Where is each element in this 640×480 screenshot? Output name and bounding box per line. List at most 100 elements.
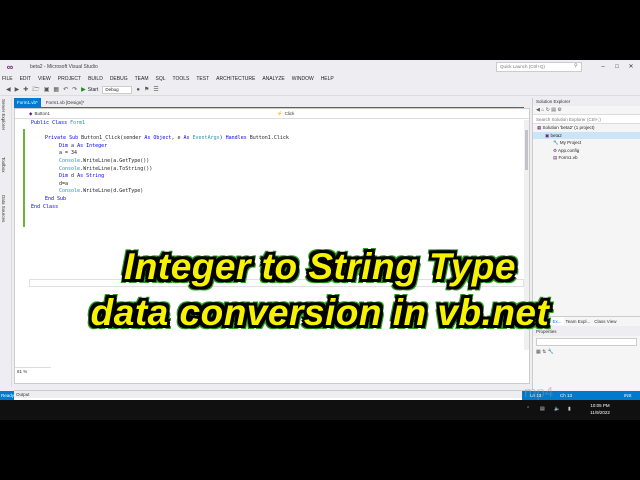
wrench-icon: 🔧 bbox=[553, 140, 560, 145]
volume-icon[interactable]: 🔈 bbox=[554, 406, 560, 412]
tree-item[interactable]: ▤ Form1.vb bbox=[533, 154, 640, 162]
clock-date: 11/9/2022 bbox=[590, 410, 610, 415]
code-token: As Integer bbox=[77, 142, 108, 149]
menu-file[interactable]: FILE bbox=[2, 76, 13, 82]
method-dropdown[interactable]: ⚡ Click bbox=[277, 110, 517, 118]
start-debug-button[interactable]: ▶ Start bbox=[81, 86, 98, 94]
redo-icon[interactable]: ↷ bbox=[72, 86, 77, 93]
code-token: , e bbox=[171, 135, 184, 142]
code-token: Dim bbox=[59, 142, 72, 149]
taskbar: ⌃ ▤ 🔈 ▮ 10:05 PM 11/9/2022 bbox=[0, 400, 640, 420]
save-all-icon[interactable]: ▦ bbox=[53, 86, 59, 93]
bookmark-icon[interactable]: ⚑ bbox=[144, 86, 149, 93]
menu-tools[interactable]: TOOLS bbox=[173, 76, 190, 82]
code-line[interactable]: End Sub bbox=[45, 196, 66, 204]
wrench-icon[interactable]: 🔧 bbox=[548, 349, 554, 355]
forward-icon[interactable]: ▶ bbox=[15, 86, 20, 93]
code-line[interactable]: Dim d As String bbox=[59, 173, 104, 181]
document-tabs: Form1.vb* Form1.vb [Design]* bbox=[14, 98, 89, 107]
doc-tab[interactable]: Form1.vb [Design]* bbox=[43, 98, 88, 107]
title-bar: ∞ beta2 - Microsoft Visual Studio Quick … bbox=[0, 60, 640, 74]
video-frame: ∞ beta2 - Microsoft Visual Studio Quick … bbox=[0, 0, 640, 480]
solution-tree: ▦ Solution 'beta2' (1 project) ▣ beta2 🔧 M… bbox=[533, 124, 640, 162]
caption-line-1: Integer to String Type bbox=[124, 246, 516, 287]
taskbar-clock[interactable]: 10:05 PM 11/9/2022 bbox=[582, 402, 618, 416]
tray-chevron-icon[interactable]: ⌃ bbox=[526, 406, 530, 412]
code-token: d=a bbox=[59, 180, 69, 187]
toolbox-tab[interactable]: Toolbox bbox=[1, 157, 6, 173]
maximize-button[interactable]: □ bbox=[610, 61, 624, 73]
code-line[interactable]: Console.WriteLine(a.ToString()) bbox=[59, 166, 152, 174]
menu-window[interactable]: WINDOW bbox=[292, 76, 314, 82]
window-title: beta2 - Microsoft Visual Studio bbox=[30, 64, 98, 70]
undo-icon[interactable]: ↶ bbox=[63, 86, 68, 93]
comment-icon[interactable]: ☰ bbox=[153, 86, 158, 93]
code-line[interactable]: Console.WriteLine(d.GetType) bbox=[59, 188, 143, 196]
menu-debug[interactable]: DEBUG bbox=[110, 76, 128, 82]
breakpoint-icon[interactable]: ● bbox=[136, 87, 140, 93]
quick-launch-input[interactable]: Quick Launch (Ctrl+Q) bbox=[496, 62, 582, 72]
menu-help[interactable]: HELP bbox=[321, 76, 334, 82]
back-icon[interactable]: ◀ bbox=[6, 86, 11, 93]
standard-toolbar: ◀ ▶ ✚ 🗁 ▣ ▦ ↶ ↷ ▶ Start Debug ● ⚑ ☰ bbox=[0, 84, 640, 96]
close-button[interactable]: ✕ bbox=[624, 61, 638, 73]
code-token: Console bbox=[59, 165, 81, 172]
menu-analyze[interactable]: ANALYZE bbox=[262, 76, 284, 82]
tree-item-label: App.config bbox=[558, 147, 580, 153]
solution-config-select[interactable]: Debug bbox=[102, 85, 133, 94]
tree-item[interactable]: ▦ Solution 'beta2' (1 project) bbox=[533, 124, 640, 132]
tree-item[interactable]: ▣ beta2 bbox=[533, 131, 640, 139]
categorized-icon[interactable]: ▦ bbox=[536, 349, 541, 355]
code-token: As bbox=[183, 135, 193, 142]
battery-icon[interactable]: ▮ bbox=[568, 406, 571, 412]
class-icon: ◆ bbox=[29, 111, 33, 116]
menu-architecture[interactable]: ARCHITECTURE bbox=[216, 76, 255, 82]
code-token: EventArgs bbox=[192, 135, 220, 142]
recorder-watermark: mp4 bbox=[524, 384, 554, 401]
alphabetical-icon[interactable]: ⇅ bbox=[542, 349, 546, 355]
tree-item[interactable]: ⚙ App.config bbox=[533, 147, 640, 155]
code-line[interactable]: Private Sub Button1_Click(sender As Obje… bbox=[45, 135, 289, 143]
open-icon[interactable]: 🗁 bbox=[32, 85, 39, 95]
save-icon[interactable]: ▣ bbox=[44, 86, 50, 93]
refresh-icon[interactable]: ↻ bbox=[546, 107, 550, 113]
code-token: a = 34 bbox=[59, 150, 78, 157]
new-project-icon[interactable]: ✚ bbox=[23, 86, 28, 93]
properties-icon[interactable]: ⚙ bbox=[557, 107, 561, 113]
menu-sql[interactable]: SQL bbox=[155, 76, 165, 82]
minimize-button[interactable]: – bbox=[596, 61, 610, 73]
scroll-thumb[interactable] bbox=[525, 130, 528, 170]
code-line[interactable]: a = 34 bbox=[59, 150, 77, 158]
solution-explorer-search[interactable]: Search Solution Explorer (Ctrl+;) bbox=[533, 115, 640, 124]
code-line[interactable]: Public Class Form1 bbox=[31, 120, 85, 128]
search-icon[interactable]: ⚲ bbox=[574, 63, 578, 69]
data-sources-tab[interactable]: Data Sources bbox=[1, 195, 6, 222]
code-token: Button1_Click(sender bbox=[81, 135, 145, 142]
menu-build[interactable]: BUILD bbox=[88, 76, 103, 82]
menu-project[interactable]: PROJECT bbox=[58, 76, 81, 82]
menu-edit[interactable]: EDIT bbox=[20, 76, 31, 82]
tree-item-label: Solution 'beta2' (1 project) bbox=[542, 125, 595, 130]
tree-item[interactable]: 🔧 My Project bbox=[533, 139, 640, 147]
home-icon[interactable]: ⌂ bbox=[541, 107, 544, 113]
back-icon[interactable]: ◀ bbox=[536, 107, 540, 113]
status-ready: Ready bbox=[0, 391, 15, 400]
collapse-all-icon[interactable]: ▤ bbox=[551, 107, 556, 113]
caption-line-2: data conversion in vb.net bbox=[90, 292, 550, 333]
menu-test[interactable]: TEST bbox=[196, 76, 209, 82]
code-token: Handles bbox=[225, 135, 250, 142]
network-icon[interactable]: ▤ bbox=[540, 406, 545, 412]
code-line[interactable]: End Class bbox=[31, 204, 58, 212]
code-line[interactable]: d=a bbox=[59, 181, 68, 189]
properties-object-select[interactable] bbox=[536, 338, 637, 346]
server-explorer-tab[interactable]: Server Explorer bbox=[1, 99, 6, 130]
code-line[interactable]: Dim a As Integer bbox=[59, 143, 107, 151]
zoom-level[interactable]: 81 % bbox=[15, 367, 51, 375]
doc-tab[interactable]: Form1.vb* bbox=[14, 98, 41, 107]
solution-explorer-title: Solution Explorer bbox=[533, 98, 640, 106]
menu-team[interactable]: TEAM bbox=[135, 76, 149, 82]
class-dropdown[interactable]: ◆ Button1 bbox=[29, 110, 269, 118]
code-line[interactable]: Console.WriteLine(a.GetType()) bbox=[59, 158, 149, 166]
menu-view[interactable]: VIEW bbox=[38, 76, 51, 82]
code-token: Form1 bbox=[70, 120, 86, 126]
